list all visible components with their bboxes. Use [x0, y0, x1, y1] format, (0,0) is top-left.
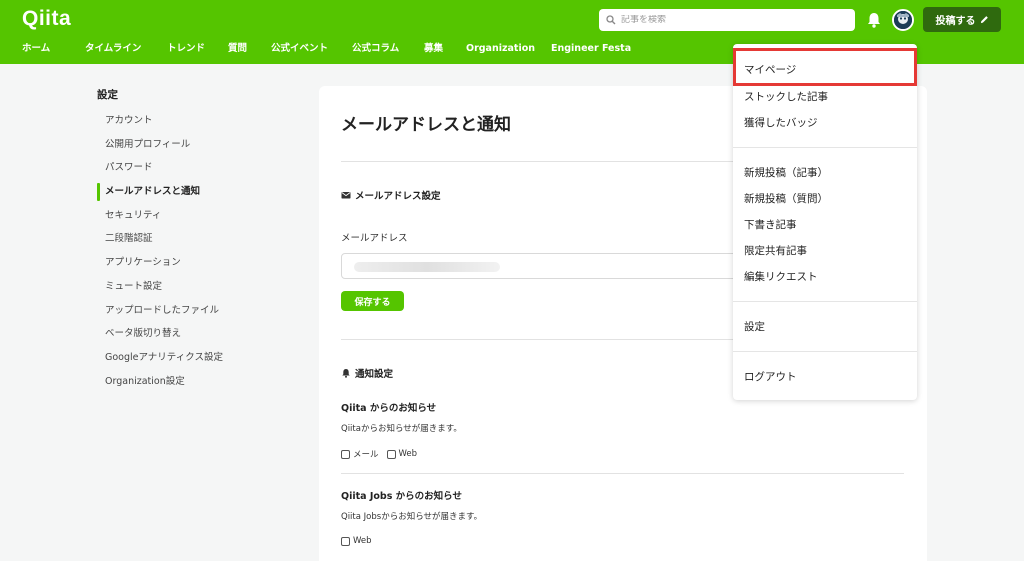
- nav-item-organization[interactable]: Organization: [466, 40, 551, 58]
- notice-options-qiita: メール Web: [341, 448, 417, 460]
- notification-bell-icon[interactable]: [866, 11, 882, 29]
- checkbox-label: Web: [353, 536, 372, 546]
- nav-item-official-column[interactable]: 公式コラム: [352, 40, 424, 58]
- notice-desc-qiita-jobs: Qiita Jobsからお知らせが届きます。: [341, 512, 483, 522]
- menu-item-new-question[interactable]: 新規投稿（質問）: [744, 191, 828, 206]
- email-section-title: メールアドレス設定: [355, 191, 441, 202]
- mail-icon: [341, 192, 351, 199]
- menu-divider: [733, 147, 917, 148]
- email-section-heading: メールアドレス設定: [341, 188, 441, 202]
- sidebar-item-google-analytics[interactable]: Googleアナリティクス設定: [97, 350, 277, 374]
- post-button-label: 投稿する: [935, 16, 976, 27]
- checkbox-qiita-mail[interactable]: メール: [341, 448, 379, 460]
- search-input[interactable]: [621, 15, 841, 25]
- user-menu-dropdown: マイページ ストックした記事 獲得したバッジ 新規投稿（記事） 新規投稿（質問）…: [733, 44, 917, 400]
- nav-item-home[interactable]: ホーム: [22, 40, 85, 58]
- bell-icon: [342, 369, 350, 378]
- sidebar-item-uploaded-files[interactable]: アップロードしたファイル: [97, 303, 277, 327]
- save-button[interactable]: 保存する: [341, 291, 404, 311]
- checkbox-box[interactable]: [341, 536, 350, 546]
- nav-item-trend[interactable]: トレンド: [167, 40, 228, 58]
- checkbox-box[interactable]: [341, 449, 350, 459]
- sidebar-item-email-notifications[interactable]: メールアドレスと通知: [97, 183, 277, 208]
- pencil-icon: [980, 16, 988, 24]
- notice-title-qiita-jobs: Qiita Jobs からのお知らせ: [341, 491, 462, 502]
- sidebar-item-password[interactable]: パスワード: [97, 160, 277, 184]
- sidebar-item-beta[interactable]: ベータ版切り替え: [97, 326, 277, 350]
- qiita-logo[interactable]: Qiita: [22, 7, 71, 31]
- sidebar-item-security[interactable]: セキュリティ: [97, 208, 277, 232]
- menu-item-badges[interactable]: 獲得したバッジ: [744, 115, 818, 130]
- global-nav: ホーム タイムライン トレンド 質問 公式イベント 公式コラム 募集 Organ…: [22, 40, 631, 58]
- user-avatar[interactable]: [892, 9, 914, 31]
- nav-item-engineer-festa[interactable]: Engineer Festa: [551, 40, 631, 58]
- checkbox-qiita-web[interactable]: Web: [386, 449, 418, 459]
- sidebar-item-organization[interactable]: Organization設定: [97, 374, 277, 398]
- menu-divider: [733, 351, 917, 352]
- menu-item-new-article[interactable]: 新規投稿（記事）: [744, 165, 828, 180]
- divider: [341, 473, 904, 474]
- search-box[interactable]: [599, 9, 855, 31]
- sidebar-item-applications[interactable]: アプリケーション: [97, 255, 277, 279]
- notify-section-heading: 通知設定: [341, 366, 393, 380]
- menu-item-stocked-articles[interactable]: ストックした記事: [744, 89, 828, 104]
- checkbox-box[interactable]: [386, 449, 396, 459]
- notify-section-title: 通知設定: [355, 369, 394, 380]
- checkbox-label: Web: [398, 449, 418, 459]
- menu-item-logout[interactable]: ログアウト: [744, 369, 797, 384]
- sidebar-title: 設定: [97, 89, 118, 101]
- page-title: メールアドレスと通知: [341, 115, 511, 135]
- post-button[interactable]: 投稿する: [923, 7, 1001, 32]
- email-field-label: メールアドレス: [341, 233, 408, 244]
- menu-item-drafts[interactable]: 下書き記事: [744, 217, 797, 232]
- nav-item-questions[interactable]: 質問: [228, 40, 271, 58]
- menu-item-edit-requests[interactable]: 編集リクエスト: [744, 269, 818, 284]
- nav-item-official-events[interactable]: 公式イベント: [271, 40, 352, 58]
- checkbox-qiita-jobs-web[interactable]: Web: [341, 536, 372, 546]
- nav-item-recruit[interactable]: 募集: [424, 40, 466, 58]
- menu-item-settings[interactable]: 設定: [744, 319, 765, 334]
- sidebar-list: アカウント 公開用プロフィール パスワード メールアドレスと通知 セキュリティ …: [97, 113, 277, 397]
- menu-item-limited-shared[interactable]: 限定共有記事: [744, 243, 807, 258]
- search-icon: [606, 15, 616, 25]
- settings-sidebar: 設定 アカウント 公開用プロフィール パスワード メールアドレスと通知 セキュリ…: [97, 88, 277, 397]
- notice-options-qiita-jobs: Web: [341, 536, 372, 546]
- nav-item-timeline[interactable]: タイムライン: [85, 40, 167, 58]
- sidebar-item-account[interactable]: アカウント: [97, 113, 277, 137]
- notice-desc-qiita: Qiitaからお知らせが届きます。: [341, 424, 462, 434]
- menu-item-my-page[interactable]: マイページ: [744, 62, 796, 77]
- sidebar-item-public-profile[interactable]: 公開用プロフィール: [97, 137, 277, 161]
- email-field[interactable]: [341, 253, 771, 279]
- sidebar-item-mute[interactable]: ミュート設定: [97, 279, 277, 303]
- sidebar-item-two-factor[interactable]: 二段階認証: [97, 231, 277, 255]
- menu-divider: [733, 301, 917, 302]
- notice-title-qiita: Qiita からのお知らせ: [341, 403, 437, 414]
- avatar-image: [894, 11, 912, 29]
- email-value-redacted: [354, 262, 500, 272]
- checkbox-label: メール: [353, 450, 379, 460]
